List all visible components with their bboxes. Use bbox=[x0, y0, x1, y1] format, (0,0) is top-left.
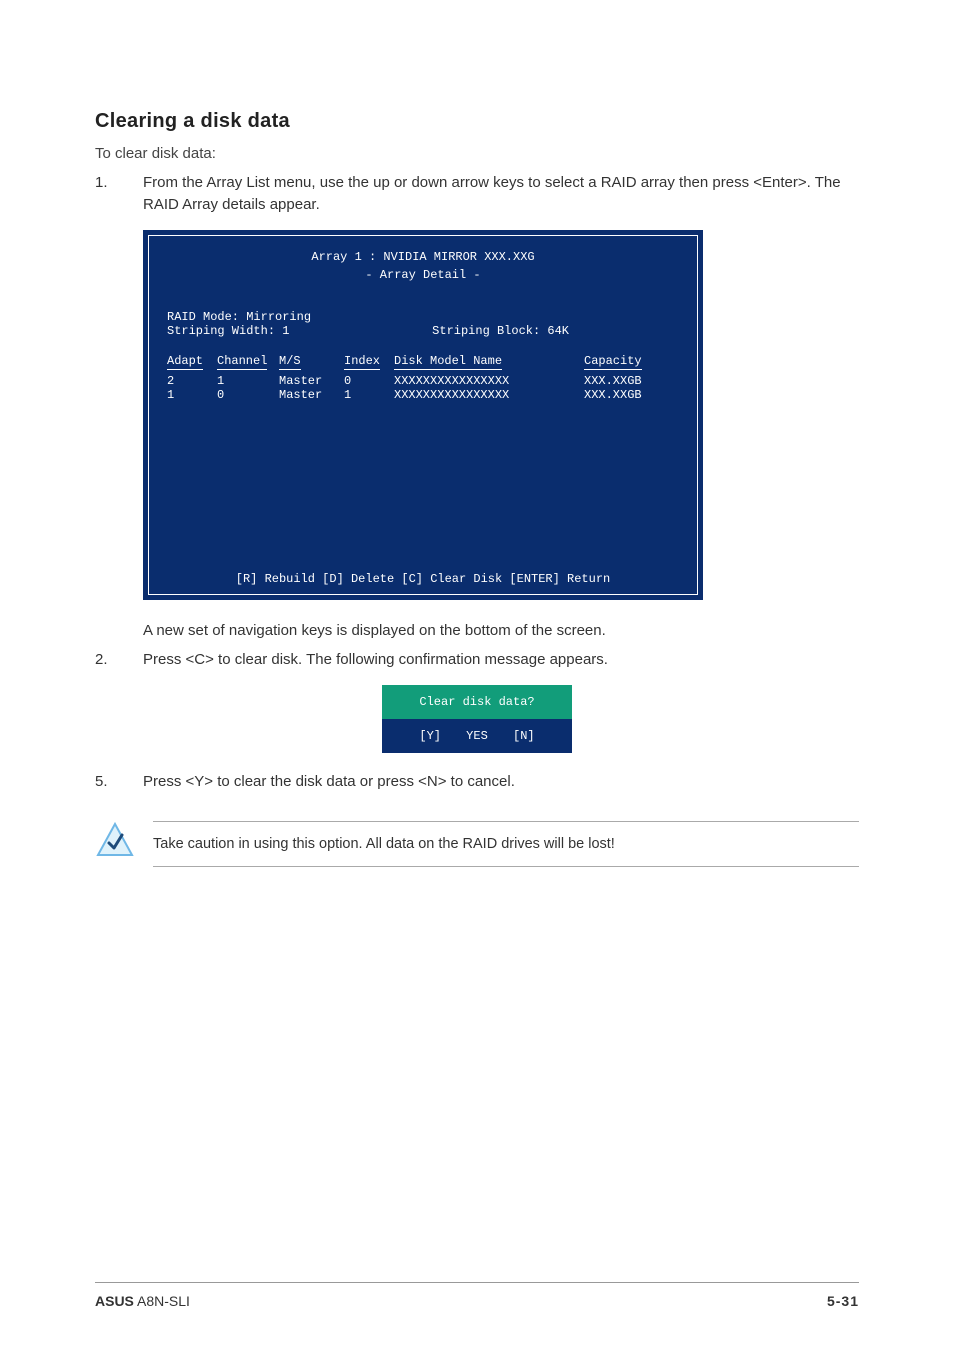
steps-list: 5. Press <Y> to clear the disk data or p… bbox=[95, 771, 859, 793]
col-capacity: Capacity bbox=[584, 354, 642, 370]
cell-ms: Master bbox=[279, 374, 344, 388]
bios-inner: Array 1 : NVIDIA MIRROR XXX.XXG - Array … bbox=[148, 235, 698, 595]
col-ms: M/S bbox=[279, 354, 301, 370]
bios-header: Array 1 : NVIDIA MIRROR XXX.XXG - Array … bbox=[167, 248, 679, 284]
caution-icon bbox=[95, 821, 135, 861]
step-5: 5. Press <Y> to clear the disk data or p… bbox=[95, 771, 859, 793]
cell-adapt: 1 bbox=[167, 388, 217, 402]
section-heading: Clearing a disk data bbox=[95, 110, 859, 133]
cell-adapt: 2 bbox=[167, 374, 217, 388]
cell-model: XXXXXXXXXXXXXXXX bbox=[394, 388, 584, 402]
cell-model: XXXXXXXXXXXXXXXX bbox=[394, 374, 584, 388]
cell-capacity: XXX.XXGB bbox=[584, 374, 656, 388]
striping-width: Striping Width: 1 bbox=[167, 324, 289, 338]
clear-disk-dialog: Clear disk data? [Y] YES [N] bbox=[382, 685, 572, 753]
disk-table: Adapt Channel M/S Index Disk Model Name … bbox=[167, 354, 679, 402]
cell-capacity: XXX.XXGB bbox=[584, 388, 656, 402]
striping-meta: Striping Width: 1 Striping Block: 64K bbox=[167, 324, 679, 338]
bios-array-detail-panel: Array 1 : NVIDIA MIRROR XXX.XXG - Array … bbox=[143, 230, 703, 600]
bios-nav-keys: [R] Rebuild [D] Delete [C] Clear Disk [E… bbox=[149, 572, 697, 586]
caution-note: Take caution in using this option. All d… bbox=[95, 821, 859, 867]
step-2: 2. Press <C> to clear disk. The followin… bbox=[95, 649, 859, 671]
steps-list: 2. Press <C> to clear disk. The followin… bbox=[95, 649, 859, 671]
intro-text: To clear disk data: bbox=[95, 145, 859, 162]
striping-block: Striping Block: 64K bbox=[432, 324, 679, 338]
cell-channel: 0 bbox=[217, 388, 279, 402]
step-number: 2. bbox=[95, 649, 143, 671]
product-label: ASUS A8N-SLI bbox=[95, 1293, 190, 1309]
table-row: 2 1 Master 0 XXXXXXXXXXXXXXXX XXX.XXGB bbox=[167, 374, 679, 388]
step-number: 1. bbox=[95, 172, 143, 216]
steps-list: 1. From the Array List menu, use the up … bbox=[95, 172, 859, 216]
step-1-continuation: A new set of navigation keys is displaye… bbox=[143, 620, 859, 642]
brand-name: ASUS bbox=[95, 1293, 134, 1309]
table-header-row: Adapt Channel M/S Index Disk Model Name … bbox=[167, 354, 679, 374]
col-index: Index bbox=[344, 354, 380, 370]
dialog-yes-option: [Y] YES bbox=[419, 729, 487, 743]
step-1: 1. From the Array List menu, use the up … bbox=[95, 172, 859, 216]
cell-ms: Master bbox=[279, 388, 344, 402]
dialog-options: [Y] YES [N] bbox=[382, 719, 572, 753]
page-footer: ASUS A8N-SLI 5-31 bbox=[95, 1282, 859, 1309]
step-text: Press <Y> to clear the disk data or pres… bbox=[143, 771, 859, 793]
raid-mode-line: RAID Mode: Mirroring bbox=[167, 310, 679, 324]
step-number: 5. bbox=[95, 771, 143, 793]
bios-title-line2: - Array Detail - bbox=[167, 266, 679, 284]
col-model: Disk Model Name bbox=[394, 354, 502, 370]
page: Clearing a disk data To clear disk data:… bbox=[0, 0, 954, 1351]
page-number: 5-31 bbox=[827, 1293, 859, 1309]
cell-index: 0 bbox=[344, 374, 394, 388]
dialog-title: Clear disk data? bbox=[382, 685, 572, 719]
cell-channel: 1 bbox=[217, 374, 279, 388]
col-adapt: Adapt bbox=[167, 354, 203, 370]
table-row: 1 0 Master 1 XXXXXXXXXXXXXXXX XXX.XXGB bbox=[167, 388, 679, 402]
caution-text: Take caution in using this option. All d… bbox=[153, 821, 859, 867]
dialog-no-option: [N] bbox=[513, 729, 535, 743]
product-name: A8N-SLI bbox=[134, 1293, 190, 1309]
step-text: Press <C> to clear disk. The following c… bbox=[143, 649, 859, 671]
step-text: From the Array List menu, use the up or … bbox=[143, 172, 859, 216]
col-channel: Channel bbox=[217, 354, 267, 370]
bios-title-line1: Array 1 : NVIDIA MIRROR XXX.XXG bbox=[167, 248, 679, 266]
cell-index: 1 bbox=[344, 388, 394, 402]
